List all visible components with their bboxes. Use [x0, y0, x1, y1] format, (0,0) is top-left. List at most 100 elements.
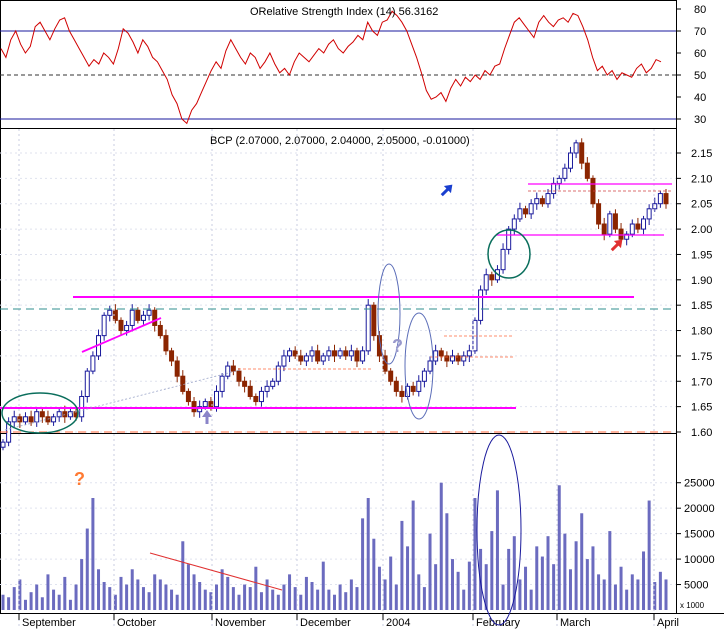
candle-body [433, 350, 439, 362]
candle-body [320, 355, 326, 362]
candle-body [34, 411, 40, 423]
candle-body [528, 203, 534, 215]
volume-bar [288, 574, 292, 610]
volume-bar [602, 579, 606, 610]
volume-bar [557, 485, 561, 610]
volume-bar [12, 587, 16, 610]
volume-tick-label: 25000 [684, 478, 715, 490]
candle-body [146, 309, 152, 316]
volume-bar [428, 533, 432, 610]
candle-body [416, 380, 422, 392]
volume-bar [349, 579, 353, 610]
candle-body [315, 350, 321, 362]
volume-bar [175, 594, 179, 610]
volume-bar [619, 566, 623, 610]
volume-bar [170, 589, 174, 610]
price-tick-label: 1.80 [691, 326, 712, 338]
volume-bar [35, 584, 39, 610]
volume-bar [198, 582, 202, 610]
rsi-tick-label: 70 [694, 26, 706, 38]
volume-bar [192, 574, 196, 610]
candle-body [67, 411, 73, 418]
price-panel-frame [0, 128, 677, 434]
candle-body [399, 390, 405, 397]
candle-body [657, 193, 663, 205]
volume-bar [299, 594, 303, 610]
candle-body [124, 324, 130, 332]
volume-bar [647, 500, 651, 610]
candle-body [354, 350, 360, 362]
candle-body [348, 350, 354, 357]
candle-body [264, 385, 270, 392]
candle-body [573, 142, 579, 154]
volume-bar [181, 541, 185, 610]
candle-body [427, 360, 433, 372]
volume-bar [74, 584, 78, 610]
price-tick-label: 1.90 [691, 275, 712, 287]
candle-body [393, 380, 399, 392]
volume-bar [293, 587, 297, 610]
volume-bar [467, 561, 471, 610]
price-tick-label: 1.95 [691, 249, 712, 261]
volume-bar [495, 490, 499, 610]
month-label: September [22, 617, 76, 629]
candle-body [523, 208, 529, 215]
volume-bar [383, 579, 387, 610]
candle-body [17, 416, 23, 423]
candle-body [90, 355, 96, 372]
volume-bar [23, 599, 27, 610]
candle-body [185, 390, 191, 403]
volume-bar [630, 574, 634, 610]
candle-body [326, 350, 332, 357]
volume-bar [456, 571, 460, 610]
candle-body [287, 350, 293, 357]
volume-bar [203, 589, 207, 610]
candle-body [39, 411, 45, 418]
volume-bar [119, 576, 123, 610]
volume-bar [625, 589, 629, 610]
candle-body [641, 218, 647, 230]
volume-bar [445, 513, 449, 610]
volume-bar [546, 536, 550, 610]
volume-bar [473, 498, 477, 610]
candle-body [410, 385, 416, 392]
candle-body [303, 355, 309, 362]
candle-body [652, 203, 658, 210]
volume-bar [658, 571, 662, 610]
month-label: February [476, 617, 521, 629]
candle-body [281, 355, 287, 367]
volume-bar [102, 582, 106, 610]
volume-bar [147, 592, 151, 610]
volume-bar [507, 548, 511, 610]
candle-body [567, 152, 573, 169]
month-label: March [560, 617, 591, 629]
price-panel-title: BCP (2.07000, 2.07000, 2.04000, 2.05000,… [210, 135, 470, 147]
candle-body [579, 142, 585, 164]
volume-bar [450, 559, 454, 610]
volume-bar [158, 579, 162, 610]
candle-body [253, 395, 259, 403]
volume-bar [613, 584, 617, 610]
candle-body [140, 314, 146, 321]
candle-body [191, 401, 197, 413]
candle-body [242, 380, 248, 387]
price-tick-label: 1.75 [691, 351, 712, 363]
volume-bar [7, 597, 11, 610]
volume-bar [108, 587, 112, 610]
candle-body [28, 416, 34, 423]
volume-bar [321, 561, 325, 610]
volume-bar [136, 579, 140, 610]
volume-bar [46, 574, 50, 610]
candle-body [483, 274, 489, 291]
candle-body [438, 350, 444, 357]
candle-body [500, 248, 506, 271]
candle-body [79, 395, 85, 418]
volume-bar [215, 584, 219, 610]
candle-body [163, 335, 169, 352]
volume-bar [243, 584, 247, 610]
volume-bar [540, 556, 544, 610]
volume-bar [271, 589, 275, 610]
candle-body [388, 370, 394, 382]
volume-bar [265, 579, 269, 610]
volume-bar [389, 556, 393, 610]
